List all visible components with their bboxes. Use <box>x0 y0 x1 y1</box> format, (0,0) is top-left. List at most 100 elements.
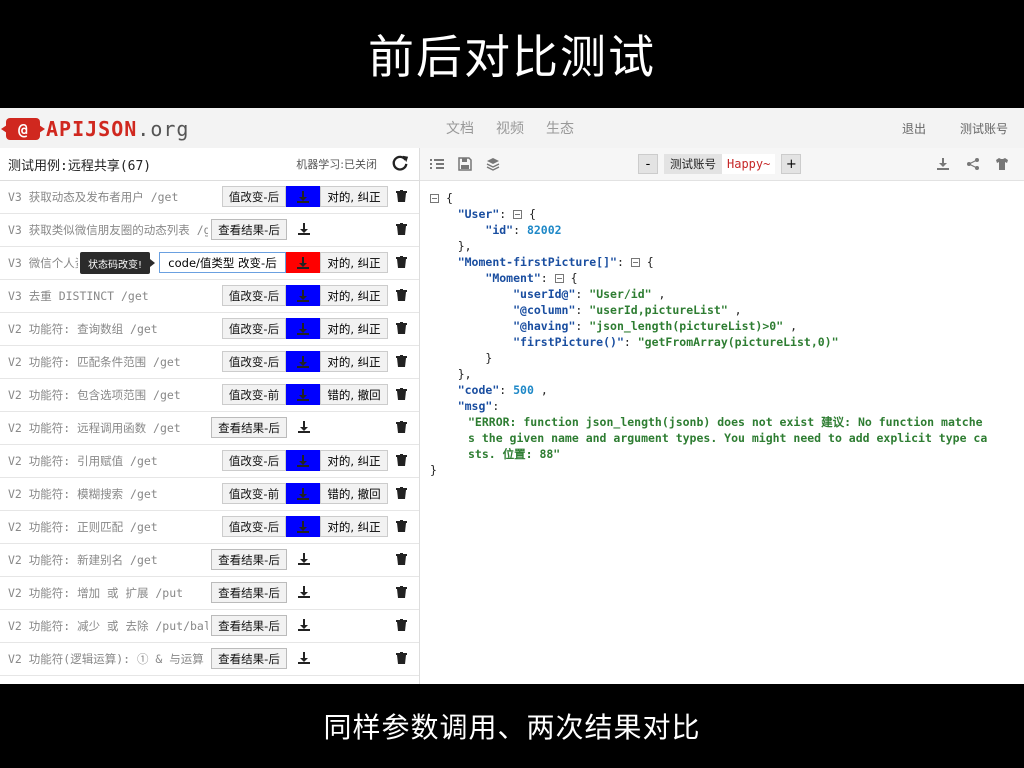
nav-ecosystem[interactable]: 生态 <box>546 118 574 138</box>
compare-button[interactable]: 值改变-后 <box>222 450 286 471</box>
test-case-name[interactable]: V3 获取类似微信朋友圈的动态列表 /get <box>8 214 208 246</box>
trash-icon[interactable] <box>396 388 407 400</box>
download-icon[interactable] <box>936 157 950 171</box>
account-name[interactable]: Happy~ <box>722 154 776 174</box>
verdict-button[interactable]: 对的, 纠正 <box>320 351 388 372</box>
download-icon[interactable] <box>297 487 309 500</box>
layers-icon[interactable] <box>486 157 500 171</box>
view-result-button[interactable]: 查看结果-后 <box>211 219 287 240</box>
test-case-row[interactable]: V3 微信个人资料状态码改变!code/值类型 改变-后 对的, 纠正 <box>0 247 419 280</box>
list-format-icon[interactable] <box>430 157 444 171</box>
ml-status-toggle[interactable]: 机器学习:已关闭 <box>296 156 377 172</box>
view-result-button[interactable]: 查看结果-后 <box>211 615 287 636</box>
download-icon[interactable] <box>297 289 309 302</box>
test-case-name[interactable]: V2 功能符: 远程调用函数 /get <box>8 412 208 444</box>
test-case-name[interactable]: V3 微信个人资料 <box>8 247 78 279</box>
test-case-name[interactable]: V2 功能符: 减少 或 去除 /put/balance <box>8 610 208 642</box>
trash-icon[interactable] <box>396 256 407 268</box>
test-case-row[interactable]: V3 获取动态及发布者用户 /get 值改变-后 对的, 纠正 <box>0 181 419 214</box>
nav-videos[interactable]: 视频 <box>496 118 524 138</box>
verdict-button[interactable]: 对的, 纠正 <box>320 285 388 306</box>
test-case-name[interactable]: V3 获取动态及发布者用户 /get <box>8 181 218 213</box>
trash-icon[interactable] <box>396 355 407 367</box>
trash-icon[interactable] <box>396 553 407 565</box>
trash-icon[interactable] <box>396 223 407 235</box>
refresh-icon[interactable] <box>391 154 409 172</box>
share-icon[interactable] <box>966 157 980 171</box>
trash-icon[interactable] <box>396 421 407 433</box>
test-case-name[interactable]: V2 功能符: 正则匹配 /get <box>8 511 218 543</box>
verdict-button[interactable]: 对的, 纠正 <box>320 252 388 273</box>
verdict-button[interactable]: 对的, 纠正 <box>320 318 388 339</box>
collapse-toggle-icon[interactable] <box>513 210 523 219</box>
test-case-name[interactable]: V2 功能符: 查询数组 /get <box>8 313 218 345</box>
trash-icon[interactable] <box>396 190 407 202</box>
download-icon[interactable] <box>297 520 309 533</box>
compare-button[interactable]: 值改变-后 <box>222 351 286 372</box>
trash-icon[interactable] <box>396 322 407 334</box>
compare-button[interactable]: 值改变-前 <box>222 384 286 405</box>
test-case-name[interactable]: V2 功能符: 引用赋值 /get <box>8 445 218 477</box>
test-case-row[interactable]: V2 功能符: 匹配条件范围 /get 值改变-后 对的, 纠正 <box>0 346 419 379</box>
next-account-button[interactable]: + <box>781 154 802 174</box>
collapse-toggle-icon[interactable] <box>430 194 439 203</box>
test-case-name[interactable]: V2 功能符: 包含选项范围 /get <box>8 379 218 411</box>
download-icon[interactable] <box>297 190 309 203</box>
view-result-button[interactable]: 查看结果-后 <box>211 417 287 438</box>
tshirt-icon[interactable] <box>995 157 1009 171</box>
test-case-row[interactable]: V2 功能符: 减少 或 去除 /put/balance查看结果-后 <box>0 610 419 643</box>
verdict-button[interactable]: 错的, 撤回 <box>320 483 388 504</box>
compare-button[interactable]: 值改变-后 <box>222 285 286 306</box>
download-icon[interactable] <box>298 421 310 433</box>
save-icon[interactable] <box>458 157 472 171</box>
logo[interactable]: @ APIJSON .org <box>6 117 189 141</box>
test-case-row[interactable]: V2 功能符: 引用赋值 /get 值改变-后 对的, 纠正 <box>0 445 419 478</box>
compare-button[interactable]: 值改变-后 <box>222 516 286 537</box>
view-result-button[interactable]: 查看结果-后 <box>211 648 287 669</box>
test-case-row[interactable]: V3 获取类似微信朋友圈的动态列表 /get 查看结果-后 <box>0 214 419 247</box>
test-case-name[interactable]: V2 功能符: 模糊搜索 /get <box>8 478 218 510</box>
download-icon[interactable] <box>297 355 309 368</box>
prev-account-button[interactable]: - <box>638 154 658 174</box>
test-case-row[interactable]: V2 功能符: 模糊搜索 /get 值改变-前 错的, 撤回 <box>0 478 419 511</box>
compare-button[interactable]: code/值类型 改变-后 <box>159 252 286 273</box>
download-icon[interactable] <box>297 322 309 335</box>
logout-link[interactable]: 退出 <box>902 120 926 137</box>
test-account-link[interactable]: 测试账号 <box>960 120 1008 137</box>
trash-icon[interactable] <box>396 586 407 598</box>
compare-button[interactable]: 值改变-后 <box>222 318 286 339</box>
collapse-toggle-icon[interactable] <box>630 258 640 267</box>
download-icon[interactable] <box>297 388 309 401</box>
test-case-name[interactable]: V3 去重 DISTINCT /get <box>8 280 218 312</box>
view-result-button[interactable]: 查看结果-后 <box>211 549 287 570</box>
verdict-button[interactable]: 对的, 纠正 <box>320 450 388 471</box>
test-case-name[interactable]: V2 功能符: 匹配条件范围 /get <box>8 346 218 378</box>
nav-docs[interactable]: 文档 <box>446 118 474 138</box>
test-case-name[interactable]: V2 功能符(逻辑运算): ① & 与运算 /head <box>8 643 208 675</box>
download-icon[interactable] <box>297 256 309 269</box>
test-case-row[interactable]: V2 功能符: 查询数组 /get 值改变-后 对的, 纠正 <box>0 313 419 346</box>
download-icon[interactable] <box>298 652 310 664</box>
trash-icon[interactable] <box>396 454 407 466</box>
trash-icon[interactable] <box>396 520 407 532</box>
test-case-row[interactable]: V2 功能符: 远程调用函数 /get 查看结果-后 <box>0 412 419 445</box>
test-case-row[interactable]: V2 功能符: 包含选项范围 /get 值改变-前 错的, 撤回 <box>0 379 419 412</box>
download-icon[interactable] <box>298 223 310 235</box>
test-case-row[interactable]: V2 功能符: 新建别名 /get 查看结果-后 <box>0 544 419 577</box>
test-case-row[interactable]: V2 功能符: 正则匹配 /get 值改变-后 对的, 纠正 <box>0 511 419 544</box>
verdict-button[interactable]: 对的, 纠正 <box>320 516 388 537</box>
test-case-name[interactable]: V2 功能符: 增加 或 扩展 /put <box>8 577 208 609</box>
trash-icon[interactable] <box>396 289 407 301</box>
view-result-button[interactable]: 查看结果-后 <box>211 582 287 603</box>
trash-icon[interactable] <box>396 652 407 664</box>
compare-button[interactable]: 值改变-后 <box>222 186 286 207</box>
download-icon[interactable] <box>298 553 310 565</box>
download-icon[interactable] <box>297 454 309 467</box>
trash-icon[interactable] <box>396 619 407 631</box>
test-case-row[interactable]: V2 功能符: 增加 或 扩展 /put 查看结果-后 <box>0 577 419 610</box>
test-case-row[interactable]: V2 功能符(逻辑运算): ① & 与运算 /head查看结果-后 <box>0 643 419 676</box>
compare-button[interactable]: 值改变-前 <box>222 483 286 504</box>
test-case-row[interactable]: V3 去重 DISTINCT /get 值改变-后 对的, 纠正 <box>0 280 419 313</box>
collapse-toggle-icon[interactable] <box>554 274 564 283</box>
download-icon[interactable] <box>298 619 310 631</box>
